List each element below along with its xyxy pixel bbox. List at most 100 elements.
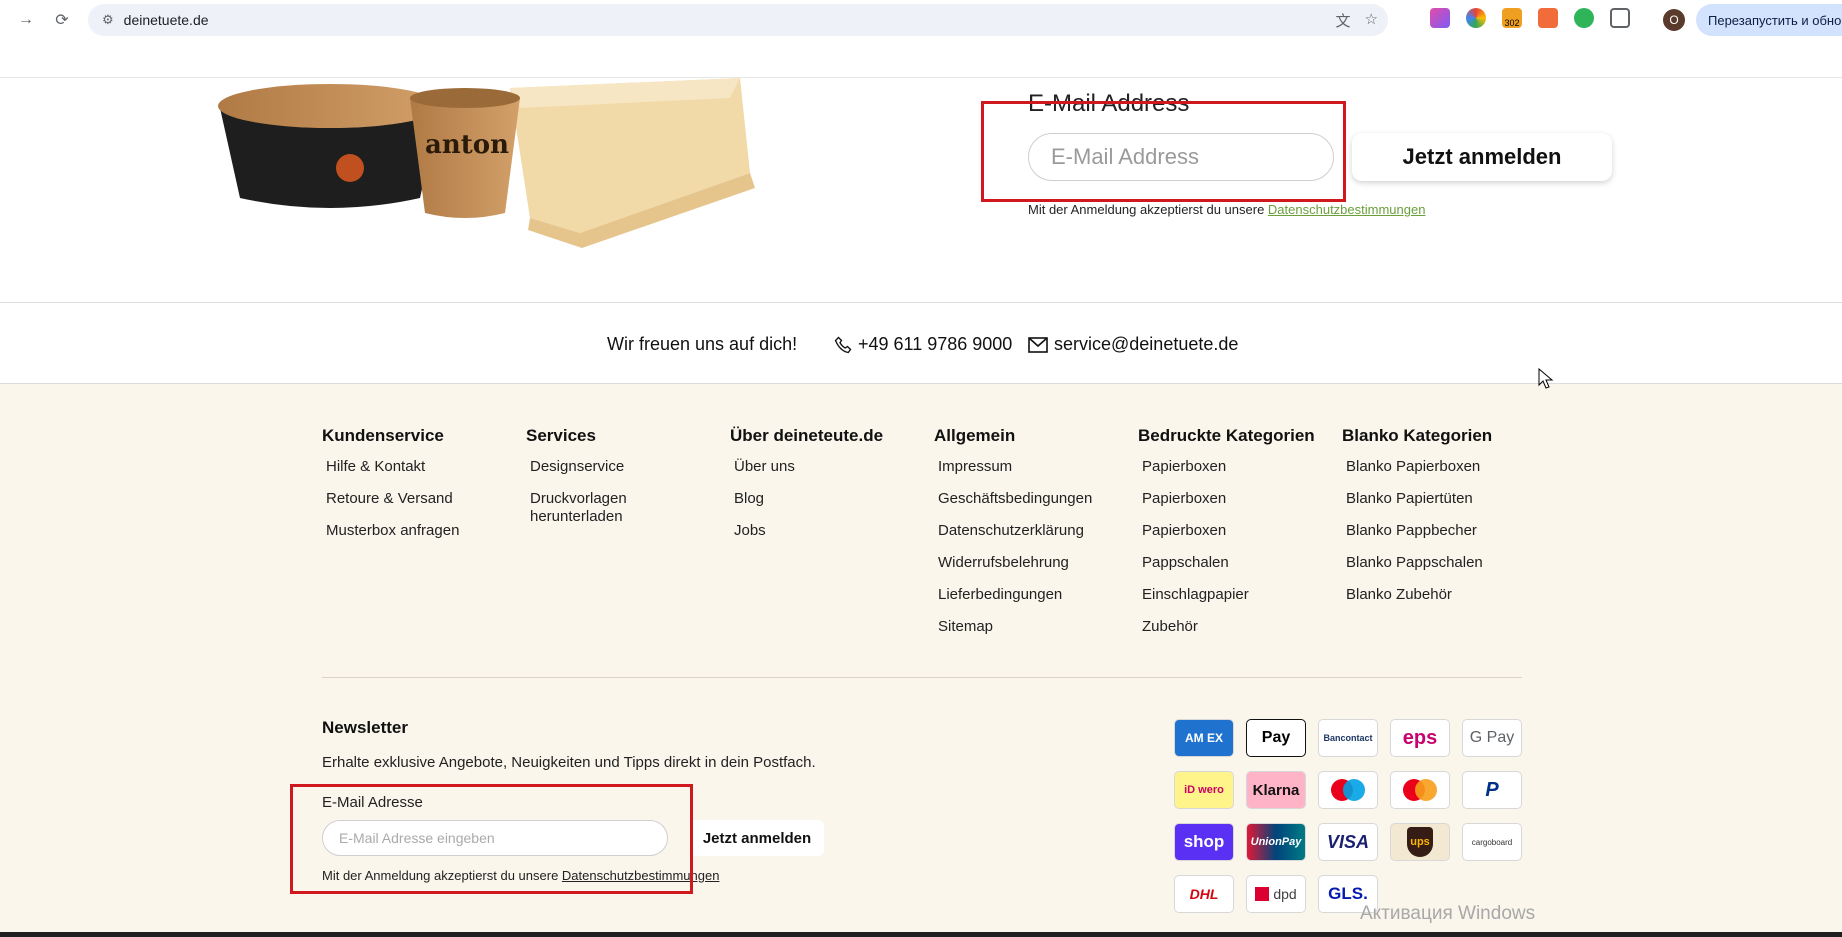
footer-link[interactable]: Datenschutzerklärung bbox=[938, 522, 1128, 540]
highlight-box bbox=[290, 784, 693, 894]
footer-column-blanko: Blanko Kategorien Blanko Papierboxen Bla… bbox=[1342, 426, 1536, 618]
translate-icon[interactable]: 文 bbox=[1336, 10, 1351, 31]
maestro-circles bbox=[1331, 779, 1365, 801]
site-settings-icon[interactable]: ⚙ bbox=[102, 12, 114, 28]
footer-column-title: Allgemein bbox=[934, 426, 1016, 445]
taskbar bbox=[0, 932, 1842, 937]
payment-mastercard-icon bbox=[1390, 771, 1450, 809]
mail-icon bbox=[1028, 336, 1048, 353]
address-bar[interactable]: ⚙ deinetuete.de 文 ☆ bbox=[88, 4, 1388, 36]
footer-link[interactable]: Musterbox anfragen bbox=[326, 522, 516, 540]
footer-divider bbox=[322, 677, 1522, 678]
payment-google-pay-icon: G Pay bbox=[1462, 719, 1522, 757]
dpd-text: dpd bbox=[1273, 886, 1297, 902]
footer-link[interactable]: Lieferbedingungen bbox=[938, 586, 1128, 604]
newsletter-description: Erhalte exklusive Angebote, Neuigkeiten … bbox=[322, 754, 816, 771]
contact-phone-text: +49 611 9786 9000 bbox=[858, 334, 1013, 354]
footer-link[interactable]: Hilfe & Kontakt bbox=[326, 458, 516, 476]
footer-link[interactable]: Blog bbox=[734, 490, 924, 508]
contact-email[interactable]: service@deinetuete.de bbox=[1028, 334, 1238, 355]
highlight-box bbox=[981, 101, 1346, 202]
footer-link[interactable]: Pappschalen bbox=[1142, 554, 1332, 572]
footer-column-title: Services bbox=[526, 426, 596, 445]
payment-shop-pay-icon: shop bbox=[1174, 823, 1234, 861]
url-text: deinetuete.de bbox=[123, 12, 209, 28]
footer-column-bedruckte: Bedruckte Kategorien Papierboxen Papierb… bbox=[1138, 426, 1332, 650]
hero-privacy-link[interactable]: Datenschutzbestimmungen bbox=[1268, 202, 1426, 217]
contact-phone[interactable]: +49 611 9786 9000 bbox=[834, 334, 1012, 355]
footer-column-title: Bedruckte Kategorien bbox=[1138, 426, 1315, 445]
footer-link[interactable]: Blanko Zubehör bbox=[1346, 586, 1536, 604]
payment-unionpay-icon: UnionPay bbox=[1246, 823, 1306, 861]
payment-wero-icon: iD wero bbox=[1174, 771, 1234, 809]
footer-link[interactable]: Zubehör bbox=[1142, 618, 1332, 636]
payment-klarna-icon: Klarna bbox=[1246, 771, 1306, 809]
footer-link[interactable]: Papierboxen bbox=[1142, 522, 1332, 540]
footer-link[interactable]: Druckvorlagen herunterladen bbox=[530, 490, 650, 526]
mastercard-circles bbox=[1403, 779, 1437, 801]
footer-link[interactable]: Sitemap bbox=[938, 618, 1128, 636]
dpd-cube bbox=[1255, 887, 1270, 901]
footer-link[interactable]: Impressum bbox=[938, 458, 1128, 476]
footer-link[interactable]: Widerrufsbelehrung bbox=[938, 554, 1128, 572]
extension-icon[interactable] bbox=[1574, 8, 1594, 28]
windows-activation-watermark: Активация Windows bbox=[1360, 903, 1536, 924]
extensions-puzzle-icon[interactable] bbox=[1610, 8, 1630, 28]
footer-link[interactable]: Retoure & Versand bbox=[326, 490, 516, 508]
restart-update-button[interactable]: Перезапустить и обнови bbox=[1696, 4, 1842, 36]
mouse-cursor-icon bbox=[1538, 368, 1554, 389]
extension-icon[interactable] bbox=[1538, 8, 1558, 28]
payment-amex-icon: AM EX bbox=[1174, 719, 1234, 757]
footer-link[interactable]: Über uns bbox=[734, 458, 924, 476]
profile-avatar[interactable]: O bbox=[1663, 9, 1685, 31]
payment-paypal-icon: P bbox=[1462, 771, 1522, 809]
extension-icon[interactable] bbox=[1430, 8, 1450, 28]
footer: Kundenservice Hilfe & Kontakt Retoure & … bbox=[0, 384, 1842, 932]
phone-icon bbox=[834, 336, 852, 353]
extension-badge-icon[interactable]: 302 bbox=[1502, 8, 1522, 28]
reload-icon[interactable]: ⟳ bbox=[48, 6, 76, 34]
footer-link[interactable]: Blanko Pappbecher bbox=[1346, 522, 1536, 540]
footer-link[interactable]: Designservice bbox=[530, 458, 720, 476]
footer-link[interactable]: Einschlagpapier bbox=[1142, 586, 1332, 604]
footer-column-kundenservice: Kundenservice Hilfe & Kontakt Retoure & … bbox=[322, 426, 516, 554]
hero-consent-text: Mit der Anmeldung akzeptierst du unsere bbox=[1028, 202, 1268, 217]
newsletter-title: Newsletter bbox=[322, 718, 408, 737]
footer-column-allgemein: Allgemein Impressum Geschäftsbedingungen… bbox=[934, 426, 1128, 650]
payment-ups-icon: ups bbox=[1390, 823, 1450, 861]
footer-column-title: Blanko Kategorien bbox=[1342, 426, 1493, 445]
product-brand-text: anton bbox=[425, 130, 509, 160]
hero-consent: Mit der Anmeldung akzeptierst du unsere … bbox=[1028, 202, 1425, 217]
footer-link[interactable]: Geschäftsbedingungen bbox=[938, 490, 1128, 508]
newsletter-subscribe-button[interactable]: Jetzt anmelden bbox=[690, 820, 824, 856]
payment-dhl-icon: DHL bbox=[1174, 875, 1234, 913]
extension-icon[interactable] bbox=[1466, 8, 1486, 28]
payment-maestro-icon bbox=[1318, 771, 1378, 809]
payment-eps-icon: eps bbox=[1390, 719, 1450, 757]
footer-link[interactable]: Blanko Papierboxen bbox=[1346, 458, 1536, 476]
footer-link[interactable]: Papierboxen bbox=[1142, 490, 1332, 508]
footer-column-title: Kundenservice bbox=[322, 426, 444, 445]
forward-icon[interactable]: → bbox=[12, 6, 40, 34]
footer-column-about: Über deineteute.de Über uns Blog Jobs bbox=[730, 426, 924, 554]
footer-link[interactable]: Papierboxen bbox=[1142, 458, 1332, 476]
payment-bancontact-icon: Bancontact bbox=[1318, 719, 1378, 757]
payment-visa-icon: VISA bbox=[1318, 823, 1378, 861]
browser-toolbar: → ⟳ ⚙ deinetuete.de 文 ☆ 302 O Перезапуст… bbox=[0, 0, 1842, 40]
contact-strip: Wir freuen uns auf dich! +49 611 9786 90… bbox=[0, 302, 1842, 384]
footer-link[interactable]: Blanko Papiertüten bbox=[1346, 490, 1536, 508]
bookmark-star-icon[interactable]: ☆ bbox=[1365, 10, 1378, 31]
contact-email-text: service@deinetuete.de bbox=[1054, 334, 1239, 354]
hero-subscribe-button[interactable]: Jetzt anmelden bbox=[1352, 133, 1612, 181]
footer-column-title: Über deineteute.de bbox=[730, 426, 884, 445]
payment-apple-pay-icon: Pay bbox=[1246, 719, 1306, 757]
contact-greeting-text: Wir freuen uns auf dich! bbox=[607, 334, 798, 354]
ups-shield: ups bbox=[1407, 827, 1433, 857]
contact-greeting: Wir freuen uns auf dich! bbox=[607, 334, 797, 355]
payment-dpd-icon: dpd bbox=[1246, 875, 1306, 913]
payment-cargoboard-icon: cargoboard bbox=[1462, 823, 1522, 861]
product-image: anton bbox=[218, 78, 755, 248]
footer-link[interactable]: Jobs bbox=[734, 522, 924, 540]
footer-link[interactable]: Blanko Pappschalen bbox=[1346, 554, 1536, 572]
footer-column-services: Services Designservice Druckvorlagen her… bbox=[526, 426, 720, 540]
